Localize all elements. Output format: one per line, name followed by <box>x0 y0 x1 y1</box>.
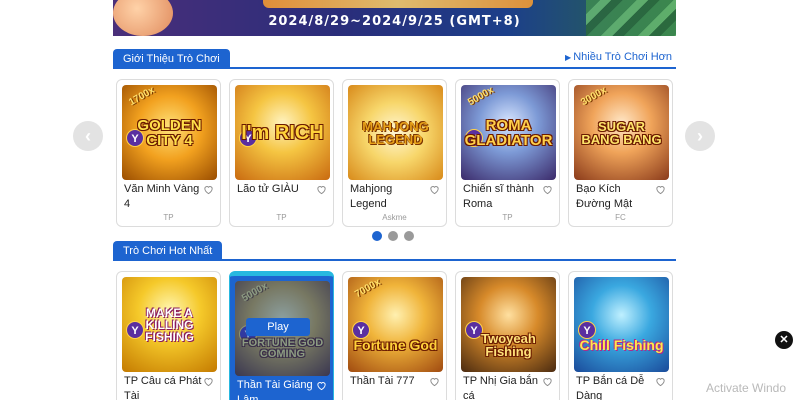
activate-windows-watermark: Activate Windo <box>706 381 787 395</box>
heart-icon[interactable] <box>316 184 327 195</box>
pagination-dot[interactable] <box>388 231 398 241</box>
pagination-dot[interactable] <box>372 231 382 241</box>
provider-label: TP <box>502 213 513 222</box>
game-logo-text: GOLDEN CITY 4 <box>137 116 202 149</box>
game-thumbnail[interactable]: 7000x Y Fortune God <box>348 277 443 372</box>
heart-icon[interactable] <box>429 184 440 195</box>
section-tab-hot[interactable]: Trò Chơi Hot Nhất <box>113 241 223 261</box>
game-card[interactable]: 3000x SUGAR BANG BANG Bạo Kích Đường Mật… <box>568 79 673 227</box>
game-logo-text: MAHJONG LEGEND <box>362 118 429 147</box>
left-margin <box>0 0 110 400</box>
game-logo-text: Fortune God <box>353 336 438 353</box>
carousel-next-button[interactable]: › <box>685 121 715 151</box>
heart-icon[interactable] <box>655 184 666 195</box>
game-thumbnail[interactable]: Y I'm RICH <box>235 85 330 180</box>
game-thumbnail[interactable]: 3000x SUGAR BANG BANG <box>574 85 669 180</box>
game-thumbnail[interactable]: Y Twoyeah Fishing <box>461 277 556 372</box>
heart-icon[interactable] <box>203 376 214 387</box>
game-title: Mahjong Legend <box>350 183 393 210</box>
heart-icon[interactable] <box>542 184 553 195</box>
game-thumbnail[interactable]: 1700x Y GOLDEN CITY 4 <box>122 85 217 180</box>
heart-icon[interactable] <box>429 376 440 387</box>
game-card[interactable]: Y Chill Fishing TP Bắn cá Dễ Dàng <box>568 271 673 400</box>
game-title: Chiến sĩ thành Roma <box>463 183 534 210</box>
more-games-link[interactable]: ▶ Nhiều Trò Chơi Hơn <box>565 51 672 63</box>
game-card[interactable]: Y MAKE A KILLING FISHING TP Câu cá Phát … <box>116 271 221 400</box>
game-logo-text: ROMA GLADIATOR <box>464 116 553 149</box>
game-title: Thần Tài 777 <box>350 375 415 387</box>
game-card[interactable]: 1700x Y GOLDEN CITY 4 Văn Minh Vàng 4 TP <box>116 79 221 227</box>
game-title: TP Nhị Gia bắn cá <box>463 375 539 400</box>
game-card-hovered[interactable]: 5000x Y FORTUNE GOD COMING Play Thần Tài… <box>229 271 334 400</box>
game-logo-text: Chill Fishing <box>579 336 664 353</box>
game-logo-text: MAKE A KILLING FISHING <box>145 305 194 344</box>
game-title: TP Bắn cá Dễ Dàng <box>576 375 645 400</box>
game-thumbnail[interactable]: Y Chill Fishing <box>574 277 669 372</box>
section-header-hot: Trò Chơi Hot Nhất <box>113 241 676 261</box>
game-logo-text: I'm RICH <box>241 121 324 144</box>
section-tab-intro[interactable]: Giới Thiệu Trò Chơi <box>113 49 230 69</box>
game-title: TP Câu cá Phát Tài <box>124 375 202 400</box>
banner-title-graphic <box>263 0 533 8</box>
game-card[interactable]: 7000x Y Fortune God Thần Tài 777 <box>342 271 447 400</box>
banner-date-range: 2024/8/29~2024/9/25 (GMT+8) <box>268 14 521 29</box>
provider-label: FC <box>615 213 626 222</box>
multiplier-label: 1700x <box>127 85 157 109</box>
game-title: Lão tử GIÀU <box>237 183 299 195</box>
heart-icon[interactable] <box>655 376 666 387</box>
section-header-intro: Giới Thiệu Trò Chơi ▶ Nhiều Trò Chơi Hơn <box>113 49 676 69</box>
provider-label: TP <box>276 213 287 222</box>
provider-label: Askme <box>382 213 407 222</box>
close-icon[interactable]: ✕ <box>775 331 793 349</box>
play-button[interactable]: Play <box>246 318 310 336</box>
game-card[interactable]: Y Twoyeah Fishing TP Nhị Gia bắn cá <box>455 271 560 400</box>
heart-icon[interactable] <box>542 376 553 387</box>
game-thumbnail[interactable]: Y MAKE A KILLING FISHING <box>122 277 217 372</box>
game-card[interactable]: MAHJONG LEGEND Mahjong Legend Askme <box>342 79 447 227</box>
game-logo-text: SUGAR BANG BANG <box>581 118 662 147</box>
provider-label: TP <box>163 213 174 222</box>
multiplier-label: 7000x <box>353 277 383 301</box>
promo-banner[interactable]: 2024/8/29~2024/9/25 (GMT+8) <box>113 0 676 36</box>
game-card[interactable]: Y I'm RICH Lão tử GIÀU TP <box>229 79 334 227</box>
more-games-label: Nhiều Trò Chơi Hơn <box>573 51 672 63</box>
heart-icon[interactable] <box>203 184 214 195</box>
game-thumbnail[interactable]: MAHJONG LEGEND <box>348 85 443 180</box>
game-logo-text: Twoyeah Fishing <box>481 330 536 359</box>
game-title: Văn Minh Vàng 4 <box>124 183 200 210</box>
pagination-dot[interactable] <box>404 231 414 241</box>
game-title: Bạo Kích Đường Mật <box>576 183 633 210</box>
multiplier-label: 3000x <box>579 85 609 109</box>
game-thumbnail[interactable]: 5000x Y ROMA GLADIATOR <box>461 85 556 180</box>
carousel-prev-button[interactable]: ‹ <box>73 121 103 151</box>
game-card[interactable]: 5000x Y ROMA GLADIATOR Chiến sĩ thành Ro… <box>455 79 560 227</box>
carousel-pagination <box>372 231 414 241</box>
heart-icon[interactable] <box>316 380 327 391</box>
game-title: Thần Tài Giáng Lâm <box>237 379 313 400</box>
chevron-right-icon: ▶ <box>565 53 572 62</box>
multiplier-label: 5000x <box>466 85 496 109</box>
